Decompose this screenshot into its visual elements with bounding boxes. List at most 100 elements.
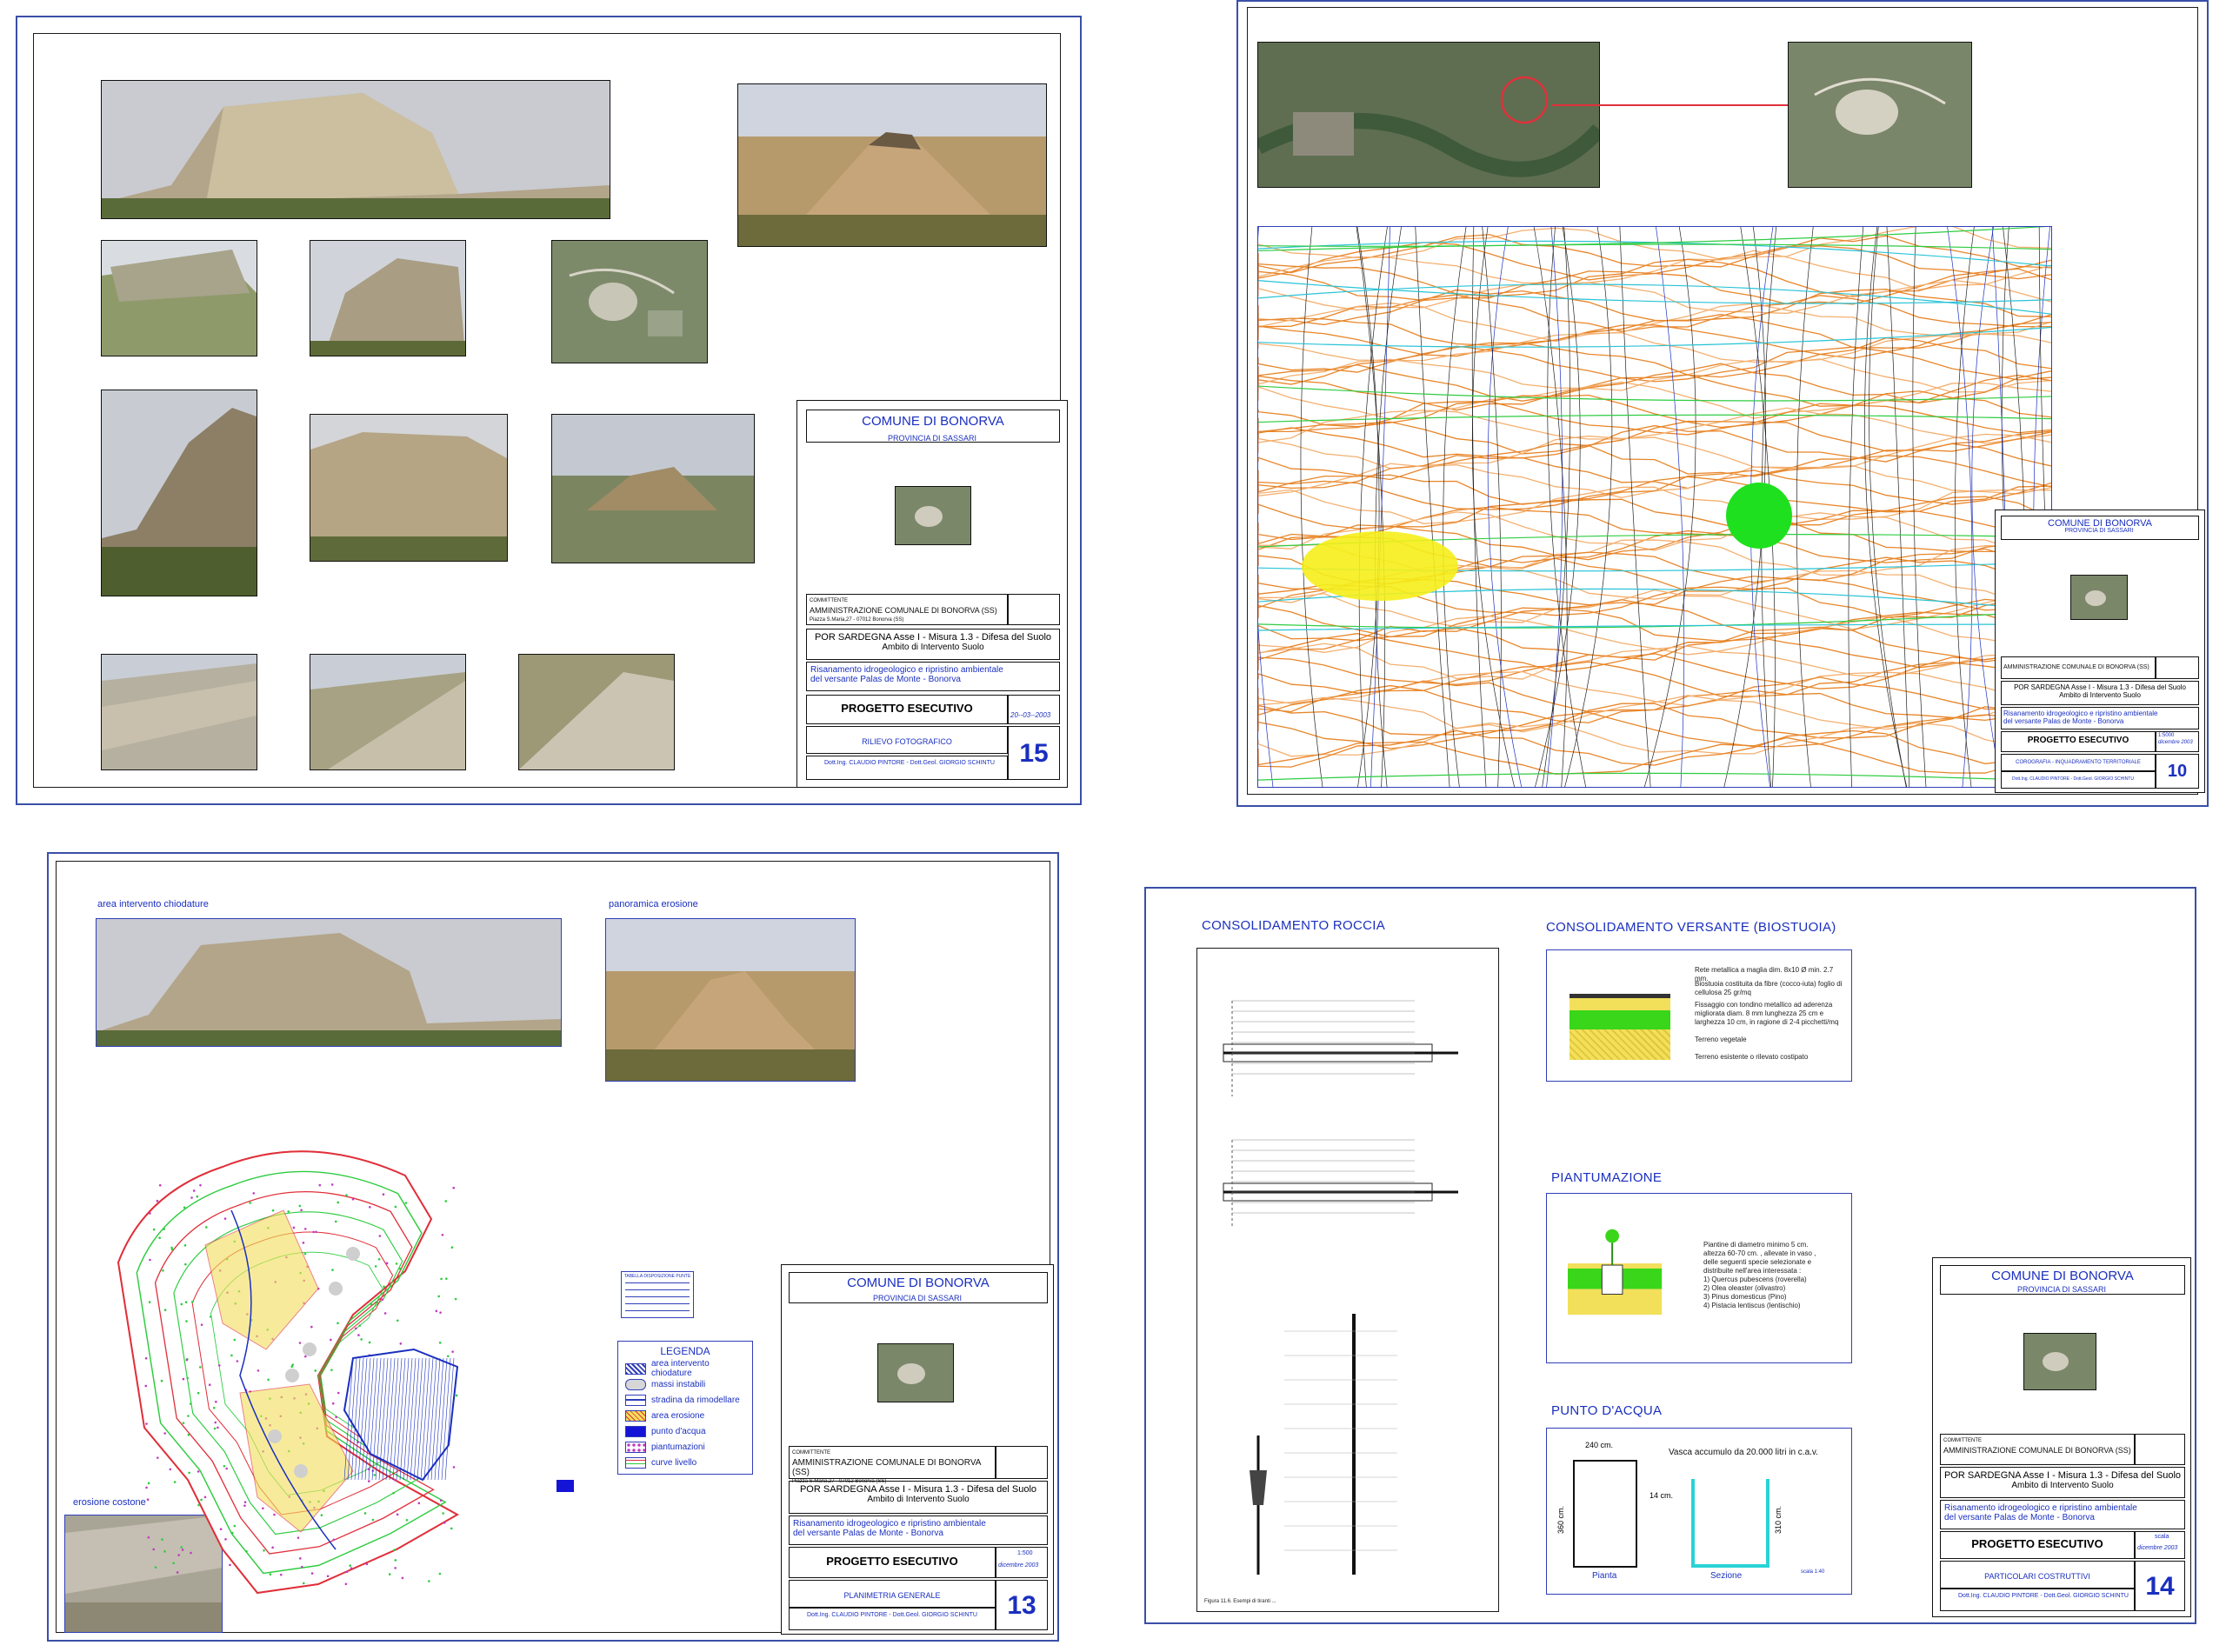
- dim-240: 240 cm.: [1585, 1441, 1614, 1449]
- cartouche: COMUNE DI BONORVA PROVINCIA DI SASSARI A…: [1995, 510, 2205, 793]
- cartouche-progettisti: Dott.Ing. CLAUDIO PINTORE - Dott.Geol. G…: [1940, 1589, 2135, 1611]
- legend-title: LEGENDA: [660, 1345, 710, 1357]
- cartouche-number-box: 10: [2156, 754, 2199, 789]
- vasca-sezione: [1691, 1479, 1769, 1568]
- vasca-caption: Vasca accumulo da 20.000 litri in c.a.v.: [1669, 1448, 1818, 1457]
- cartouche-scala-data: 1:5000 dicembre 2003: [2156, 731, 2199, 752]
- cartouche-tavola: PARTICOLARI COSTRUTTIVI: [1940, 1561, 2135, 1589]
- topographic-map: [1257, 226, 2052, 788]
- site-plan-drawing: [117, 1150, 460, 1595]
- label-area-chiodature: area intervento chiodature: [97, 899, 209, 909]
- punto-acqua-frame: Vasca accumulo da 20.000 litri in c.a.v.…: [1546, 1428, 1852, 1595]
- heading-punto-acqua: PUNTO D'ACQUA: [1551, 1403, 1663, 1418]
- cartouche-scala-data: scala dicembre 2003: [2135, 1531, 2185, 1559]
- cartouche-firma: [996, 1446, 1048, 1479]
- cartouche-programma: POR SARDEGNA Asse I - Misura 1.3 - Difes…: [806, 629, 1060, 660]
- cartouche-committente: COMMITTENTE AMMINISTRAZIONE COMUNALE DI …: [1940, 1434, 2135, 1465]
- cartouche-programma: POR SARDEGNA Asse I - Misura 1.3 - Difes…: [2001, 681, 2199, 705]
- heading-piantumazione: PIANTUMAZIONE: [1551, 1170, 1663, 1185]
- legend-item: area intervento chiodature: [625, 1359, 752, 1378]
- piantumazione-note: 2) Olea oleaster (olivastro): [1703, 1284, 1786, 1292]
- photo-rock-side: [101, 390, 257, 596]
- photo-aerial-small: [551, 240, 708, 363]
- heading-consolidamento-versante: CONSOLIDAMENTO VERSANTE (BIOSTUOIA): [1546, 920, 1836, 935]
- label-sezione: Sezione: [1710, 1571, 1743, 1581]
- cartouche-fase: PROGETTO ESECUTIVO: [789, 1547, 996, 1578]
- piantumazione-note: 4) Pistacia lentiscus (lentischio): [1703, 1302, 1801, 1309]
- tabella-chiodature: TABELLA DISPOSIZIONE PUNTE: [621, 1271, 694, 1318]
- sheet-particolari-costruttivi: CONSOLIDAMENTO ROCCIA Figura 11.6. Esemp…: [1144, 887, 2196, 1624]
- cartouche-tavola: COROGRAFIA - INQUADRAMENTO TERRITORIALE: [2001, 754, 2156, 771]
- roccia-drawing-frame: Figura 11.6. Esempi di tiranti ...: [1196, 948, 1499, 1612]
- cartouche-titolo: Risanamento idrogeologico e ripristino a…: [789, 1515, 1048, 1545]
- piantumazione-note: delle seguenti specie selezionate e: [1703, 1258, 1812, 1266]
- piantumazione-drawing: [1568, 1229, 1663, 1316]
- legend-item: punto d'acqua: [625, 1425, 706, 1437]
- legend-swatch-curve: [625, 1456, 646, 1469]
- versante-note: Terreno vegetale: [1695, 1036, 1747, 1043]
- legend-swatch-erosione: [625, 1409, 646, 1422]
- photo-panoramica-erosione: [605, 918, 856, 1082]
- photo-slope-2: [310, 654, 466, 770]
- legend-item: stradina da rimodellare: [625, 1394, 740, 1406]
- cartouche-number-box: 15: [1008, 726, 1060, 780]
- cartouche-firma: [2156, 656, 2199, 679]
- cartouche-thumbnail: [895, 486, 971, 545]
- cartouche-number-box: 13: [996, 1580, 1048, 1630]
- legend: LEGENDA area intervento chiodature massi…: [617, 1341, 753, 1475]
- roccia-caption: Figura 11.6. Esempi di tiranti ...: [1204, 1599, 1276, 1604]
- piantumazione-note: 3) Pinus domesticus (Pino): [1703, 1293, 1787, 1301]
- legend-swatch-punto-acqua: [625, 1425, 646, 1437]
- vasca-pianta: [1573, 1460, 1637, 1568]
- heading-consolidamento-roccia: CONSOLIDAMENTO ROCCIA: [1202, 918, 1386, 933]
- legend-swatch-chiodature: [625, 1362, 646, 1375]
- cartouche-provincia: PROVINCIA DI SASSARI: [872, 1294, 963, 1302]
- cartouche-number-box: 14: [2135, 1561, 2185, 1611]
- dim-360: 360 cm.: [1556, 1505, 1566, 1535]
- legend-swatch-piantumazioni: [625, 1441, 646, 1453]
- cartouche-committente: COMMITTENTE AMMINISTRAZIONE COMUNALE DI …: [806, 594, 1008, 625]
- dim-14: 14 cm.: [1650, 1491, 1674, 1500]
- cartouche-committente: AMMINISTRAZIONE COMUNALE DI BONORVA (SS): [2001, 656, 2156, 679]
- cartouche-titolo: Risanamento idrogeologico e ripristino a…: [1940, 1500, 2185, 1529]
- piantumazione-note: altezza 60-70 cm. , allevate in vaso ,: [1703, 1249, 1816, 1257]
- cartouche-thumbnail: [2070, 575, 2128, 620]
- sheet-corografia: COMUNE DI BONORVA PROVINCIA DI SASSARI A…: [1236, 0, 2209, 807]
- cartouche-provincia: PROVINCIA DI SASSARI: [2064, 528, 2134, 534]
- photo-slope-3: [518, 654, 675, 770]
- cartouche-firma: [2135, 1434, 2185, 1465]
- cartouche-provincia: PROVINCIA DI SASSARI: [2016, 1285, 2107, 1294]
- cartouche-scala-data: 1:500 dicembre 2003: [996, 1547, 1048, 1578]
- label-panoramica: panoramica erosione: [609, 899, 698, 909]
- cartouche-thumbnail: [2023, 1333, 2096, 1390]
- punto-acqua-marker: [556, 1480, 574, 1492]
- cartouche-fase: PROGETTO ESECUTIVO: [806, 695, 1008, 724]
- cartouche-progettisti: Dott.Ing. CLAUDIO PINTORE - Dott.Geol. G…: [2001, 771, 2156, 789]
- legend-swatch-stradina: [625, 1394, 646, 1406]
- photo-hill-landscape: [737, 83, 1047, 247]
- versante-soil-section: [1570, 994, 1670, 1060]
- cartouche-provincia: PROVINCIA DI SASSARI: [887, 434, 977, 443]
- photo-hill-distant: [551, 414, 755, 563]
- legend-item: curve livello: [625, 1456, 696, 1469]
- cartouche-progettisti: Dott.Ing. CLAUDIO PINTORE - Dott.Geol. G…: [789, 1608, 996, 1630]
- label-scala: scala 1:40: [1801, 1569, 1825, 1575]
- photo-rock-panorama: [101, 80, 610, 219]
- versante-note: Biostuoia costituita da fibre (cocco-iut…: [1695, 980, 1843, 996]
- legend-swatch-massi: [625, 1378, 646, 1390]
- cartouche-tavola: PLANIMETRIA GENERALE: [789, 1580, 996, 1608]
- cartouche-fase: PROGETTO ESECUTIVO: [1940, 1531, 2135, 1559]
- photo-rock-face: [310, 414, 508, 562]
- legend-item: area erosione: [625, 1409, 704, 1422]
- cartouche-progettisti: Dott.Ing. CLAUDIO PINTORE - Dott.Geol. G…: [806, 756, 1008, 780]
- cartouche-titolo: Risanamento idrogeologico e ripristino a…: [806, 662, 1060, 691]
- photo-slope-1: [101, 654, 257, 770]
- versante-note: Terreno esistente o rilevato costipato: [1695, 1053, 1809, 1061]
- cartouche-thumbnail: [877, 1343, 954, 1402]
- sheet-rilievo-fotografico: COMUNE DI BONORVA PROVINCIA DI SASSARI C…: [16, 16, 1082, 805]
- cartouche-firma: [1008, 594, 1060, 625]
- dim-310: 310 cm.: [1774, 1505, 1783, 1535]
- piantumazione-note: 1) Quercus pubescens (roverella): [1703, 1276, 1807, 1283]
- cartouche: COMUNE DI BONORVA PROVINCIA DI SASSARI C…: [1932, 1257, 2191, 1617]
- versante-detail-frame: Rete metallica a maglia dim. 8x10 Ø min.…: [1546, 949, 1852, 1082]
